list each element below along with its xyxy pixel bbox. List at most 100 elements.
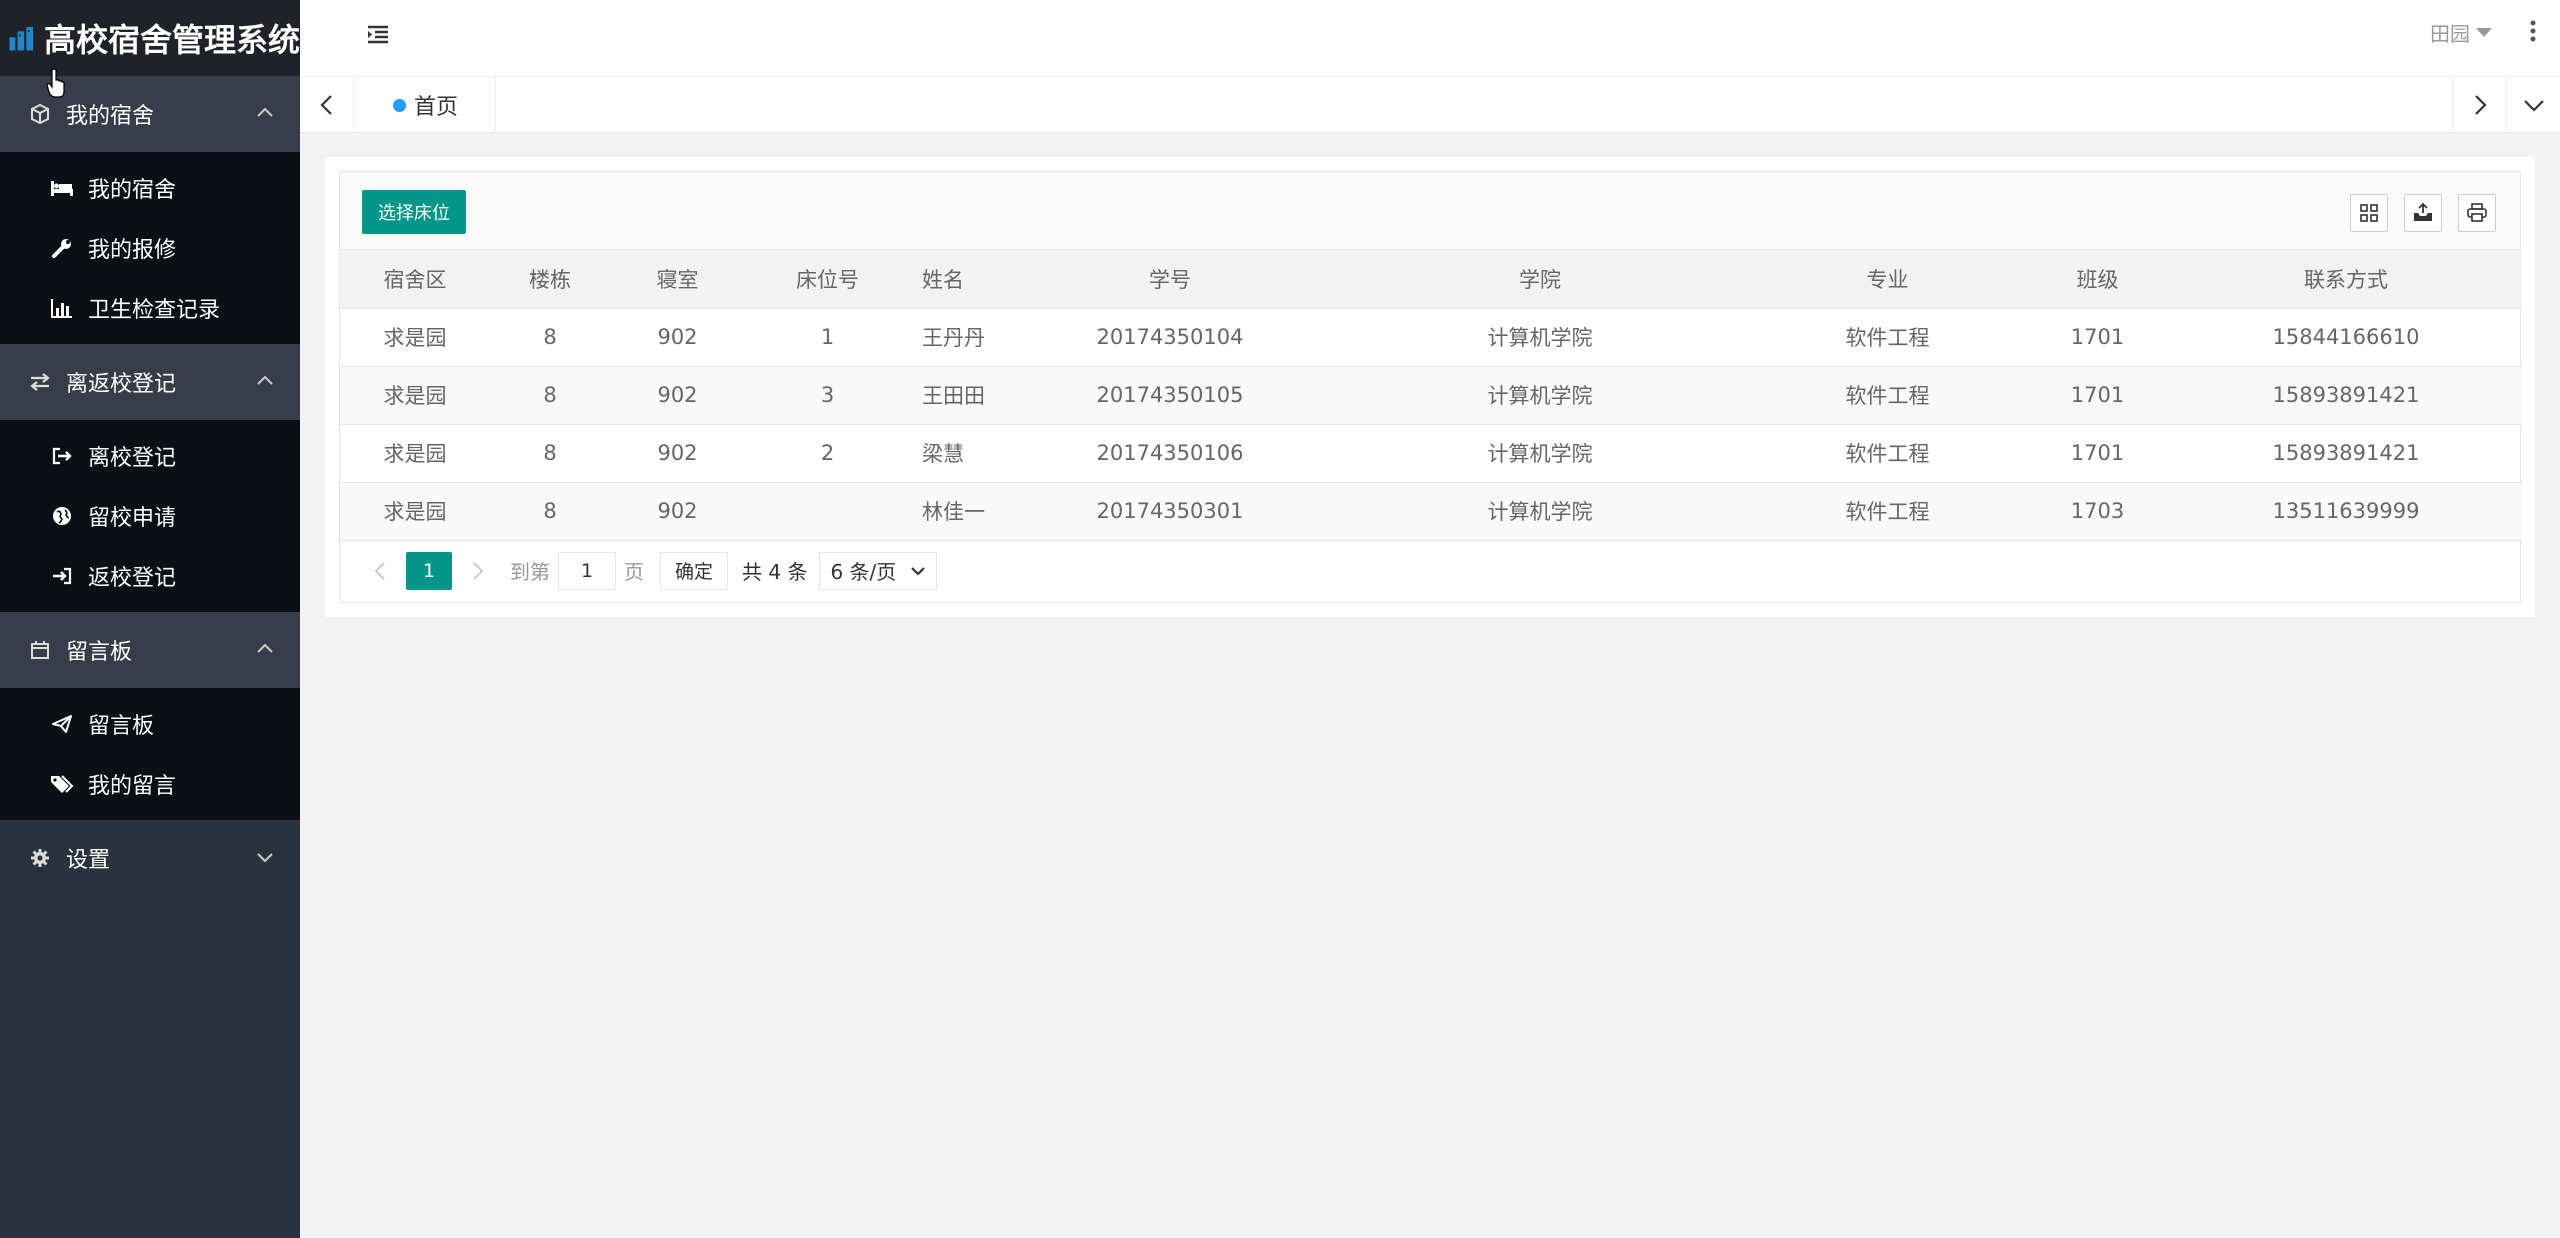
sidebar-item-label: 留言板 xyxy=(88,714,155,739)
exchange-icon xyxy=(28,370,52,394)
table-row[interactable]: 求是园 8 902 1 王丹丹 20174350104 计算机学院 软件工程 1… xyxy=(340,308,2522,367)
table-cell: 902 xyxy=(610,366,745,425)
sidebar-submenu: 离校登记 留校申请 返校登记 xyxy=(0,420,300,612)
column-filter-button[interactable] xyxy=(2350,194,2388,232)
chevron-up-icon xyxy=(257,643,273,653)
sidebar-item-my-messages[interactable]: 我的留言 xyxy=(0,754,300,814)
table-cell: 8 xyxy=(490,424,610,483)
content-card: 选择床位 宿舍区 楼栋 寝室 床位号 姓名 学号 学院 专业 班级 联系方式 求… xyxy=(325,157,2535,617)
sidebar-group-settings[interactable]: 设置 xyxy=(0,820,300,896)
tab-next-button[interactable] xyxy=(2452,77,2506,133)
column-header[interactable]: 班级 xyxy=(2025,250,2170,309)
chevron-up-icon xyxy=(257,375,273,385)
table-cell: 902 xyxy=(610,482,745,541)
sidebar-item-my-dorm[interactable]: 我的宿舍 xyxy=(0,158,300,218)
column-header[interactable]: 楼栋 xyxy=(490,250,610,309)
students-table: 宿舍区 楼栋 寝室 床位号 姓名 学号 学院 专业 班级 联系方式 求是园 8 … xyxy=(340,250,2522,541)
tab-options-button[interactable] xyxy=(2506,77,2560,133)
sidebar-group-label: 留言板 xyxy=(66,640,133,665)
paper-plane-icon xyxy=(50,712,74,736)
sidebar-item-label: 卫生检查记录 xyxy=(88,298,221,323)
table-cell: 8 xyxy=(490,308,610,367)
sidebar-item-hygiene-records[interactable]: 卫生检查记录 xyxy=(0,278,300,338)
table-cell: 20174350106 xyxy=(1010,424,1330,483)
column-header[interactable]: 寝室 xyxy=(610,250,745,309)
user-menu[interactable]: 田园 xyxy=(2430,18,2492,47)
chevron-up-icon xyxy=(257,107,273,117)
sidebar-item-stay-apply[interactable]: 留校申请 xyxy=(0,486,300,546)
column-header[interactable]: 宿舍区 xyxy=(340,250,490,309)
table-row[interactable]: 求是园 8 902 林佳一 20174350301 计算机学院 软件工程 170… xyxy=(340,482,2522,541)
table-cell: 13511639999 xyxy=(2170,482,2522,541)
table-cell: 1701 xyxy=(2025,424,2170,483)
table-cell: 软件工程 xyxy=(1750,308,2025,367)
sidebar-item-label: 留校申请 xyxy=(88,506,177,531)
table-cell: 1701 xyxy=(2025,366,2170,425)
export-button[interactable] xyxy=(2404,194,2442,232)
sidebar-submenu: 我的宿舍 我的报修 卫生检查记录 xyxy=(0,152,300,344)
page-size-select[interactable]: 6 条/页 xyxy=(819,551,938,590)
table-cell: 求是园 xyxy=(340,482,490,541)
current-page[interactable]: 1 xyxy=(406,551,452,590)
next-page-icon[interactable] xyxy=(466,560,488,582)
chevron-down-icon xyxy=(2523,100,2544,112)
sidebar-group-my-dorm[interactable]: 我的宿舍 xyxy=(0,76,300,152)
total-count: 共 4 条 xyxy=(742,560,808,584)
table-cell: 计算机学院 xyxy=(1330,308,1750,367)
column-header[interactable]: 姓名 xyxy=(910,250,1010,309)
page-size-value: 6 条/页 xyxy=(830,560,897,584)
column-header[interactable]: 专业 xyxy=(1750,250,2025,309)
column-header[interactable]: 联系方式 xyxy=(2170,250,2522,309)
building-logo-icon xyxy=(9,26,34,51)
print-button[interactable] xyxy=(2458,194,2496,232)
column-header[interactable]: 学号 xyxy=(1010,250,1330,309)
table-tools xyxy=(2350,194,2496,232)
table-row[interactable]: 求是园 8 902 2 梁慧 20174350106 计算机学院 软件工程 17… xyxy=(340,424,2522,483)
sign-out-icon xyxy=(50,444,74,468)
column-header[interactable]: 床位号 xyxy=(745,250,910,309)
sidebar-group-label: 设置 xyxy=(66,848,111,873)
sidebar-group-message-board[interactable]: 留言板 xyxy=(0,612,300,688)
sidebar-item-label: 返校登记 xyxy=(88,566,177,591)
table-cell: 求是园 xyxy=(340,424,490,483)
prev-page-icon[interactable] xyxy=(370,560,392,582)
table-cell: 1 xyxy=(745,308,910,367)
column-header[interactable]: 学院 xyxy=(1330,250,1750,309)
chevron-right-icon xyxy=(2474,95,2487,115)
sidebar-item-label: 离校登记 xyxy=(88,446,177,471)
mouse-cursor-icon xyxy=(46,68,65,98)
table-cell: 计算机学院 xyxy=(1330,424,1750,483)
sidebar: 高校宿舍管理系统 我的宿舍 我的宿舍 我的报修 卫生检查记录 离返校登记 离校登… xyxy=(0,0,300,1238)
table-cell: 15893891421 xyxy=(2170,424,2522,483)
sidebar-item-label: 我的报修 xyxy=(88,238,177,263)
table-cell: 1703 xyxy=(2025,482,2170,541)
menu-toggle-icon[interactable] xyxy=(364,20,392,48)
table-row[interactable]: 求是园 8 902 3 王田田 20174350105 计算机学院 软件工程 1… xyxy=(340,366,2522,425)
table-cell: 王丹丹 xyxy=(910,308,1010,367)
select-bed-button[interactable]: 选择床位 xyxy=(362,190,466,234)
sidebar-group-leave-return[interactable]: 离返校登记 xyxy=(0,344,300,420)
table-toolbar: 选择床位 xyxy=(340,172,2520,250)
goto-confirm-button[interactable]: 确定 xyxy=(660,551,729,590)
table-cell: 20174350301 xyxy=(1010,482,1330,541)
tab-prev-button[interactable] xyxy=(300,77,354,133)
sidebar-submenu: 留言板 我的留言 xyxy=(0,688,300,820)
table-cell: 软件工程 xyxy=(1750,482,2025,541)
sidebar-item-return-register[interactable]: 返校登记 xyxy=(0,546,300,606)
sidebar-item-label: 我的留言 xyxy=(88,774,177,799)
chevron-down-icon xyxy=(911,566,926,576)
more-vertical-icon[interactable] xyxy=(2528,18,2538,44)
sidebar-item-message-board[interactable]: 留言板 xyxy=(0,694,300,754)
bed-icon xyxy=(50,176,74,200)
goto-label: 到第 xyxy=(510,560,550,584)
sidebar-item-leave-register[interactable]: 离校登记 xyxy=(0,426,300,486)
table-cell: 王田田 xyxy=(910,366,1010,425)
goto-page-input[interactable]: 1 xyxy=(558,551,616,590)
chevron-left-icon xyxy=(319,95,332,115)
printer-icon xyxy=(2467,203,2487,222)
sidebar-group-label: 我的宿舍 xyxy=(66,104,155,129)
sidebar-item-my-repair[interactable]: 我的报修 xyxy=(0,218,300,278)
sidebar-group-label: 离返校登记 xyxy=(66,372,177,397)
tab-home[interactable]: 首页 xyxy=(356,77,496,133)
table-cell: 3 xyxy=(745,366,910,425)
